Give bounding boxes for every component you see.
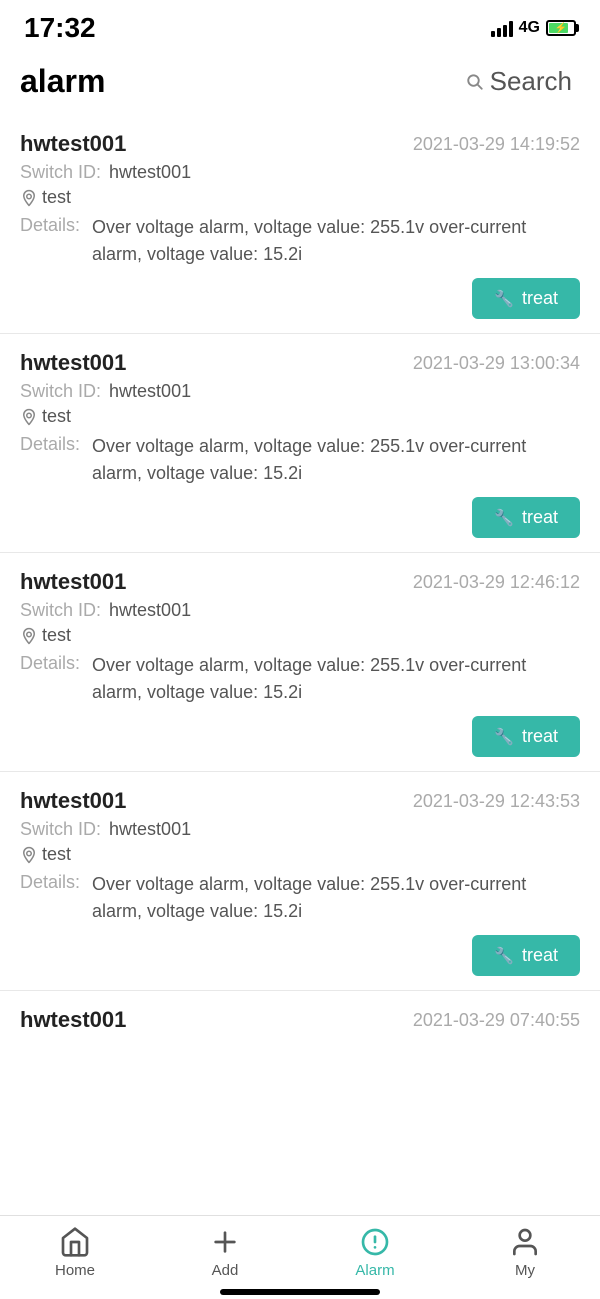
nav-label-alarm: Alarm xyxy=(355,1262,394,1279)
switch-label: Switch ID: xyxy=(20,162,101,183)
device-name: hwtest001 xyxy=(20,1007,126,1033)
alarm-row-details: Details: Over voltage alarm, voltage val… xyxy=(20,214,580,268)
treat-label: treat xyxy=(522,945,558,966)
device-name: hwtest001 xyxy=(20,569,126,595)
alarm-row-location: test xyxy=(20,187,580,208)
treat-button[interactable]: 🔧 treat xyxy=(472,935,580,976)
nav-item-my[interactable]: My xyxy=(450,1226,600,1279)
treat-button[interactable]: 🔧 treat xyxy=(472,278,580,319)
alarm-row-top: hwtest001 2021-03-29 12:46:12 xyxy=(20,569,580,595)
search-button[interactable]: Search xyxy=(458,62,580,101)
search-label: Search xyxy=(490,66,572,97)
switch-value: hwtest001 xyxy=(109,600,191,621)
alarm-row-switch: Switch ID: hwtest001 xyxy=(20,381,580,402)
details-text: Over voltage alarm, voltage value: 255.1… xyxy=(92,871,580,925)
signal-icon xyxy=(491,19,513,37)
search-icon xyxy=(466,73,484,91)
alarm-row-location: test xyxy=(20,625,580,646)
nav-item-home[interactable]: Home xyxy=(0,1226,150,1279)
add-icon xyxy=(209,1226,241,1258)
alarm-row-action: 🔧 treat xyxy=(20,935,580,976)
details-text: Over voltage alarm, voltage value: 255.1… xyxy=(92,652,580,706)
treat-icon: 🔧 xyxy=(494,289,514,309)
details-label: Details: xyxy=(20,214,84,236)
nav-item-alarm[interactable]: Alarm xyxy=(300,1226,450,1279)
treat-label: treat xyxy=(522,726,558,747)
home-indicator xyxy=(220,1289,380,1295)
alarm-row-action: 🔧 treat xyxy=(20,497,580,538)
treat-icon: 🔧 xyxy=(494,508,514,528)
alarm-row-details: Details: Over voltage alarm, voltage val… xyxy=(20,433,580,487)
alarm-row-switch: Switch ID: hwtest001 xyxy=(20,600,580,621)
alarm-row-details: Details: Over voltage alarm, voltage val… xyxy=(20,871,580,925)
details-label: Details: xyxy=(20,652,84,674)
alarm-row-switch: Switch ID: hwtest001 xyxy=(20,162,580,183)
device-name: hwtest001 xyxy=(20,350,126,376)
nav-label-add: Add xyxy=(212,1262,239,1279)
switch-value: hwtest001 xyxy=(109,381,191,402)
alarm-row-action: 🔧 treat xyxy=(20,278,580,319)
device-name: hwtest001 xyxy=(20,788,126,814)
switch-label: Switch ID: xyxy=(20,381,101,402)
device-name: hwtest001 xyxy=(20,131,126,157)
details-label: Details: xyxy=(20,871,84,893)
page-title: alarm xyxy=(20,63,105,100)
switch-value: hwtest001 xyxy=(109,162,191,183)
status-bar: 17:32 4G ⚡ xyxy=(0,0,600,52)
alarm-row-top: hwtest001 2021-03-29 07:40:55 xyxy=(20,1007,580,1033)
alarm-timestamp: 2021-03-29 12:43:53 xyxy=(413,791,580,812)
alarm-item: hwtest001 2021-03-29 12:43:53 Switch ID:… xyxy=(0,772,600,991)
treat-label: treat xyxy=(522,288,558,309)
status-time: 17:32 xyxy=(24,12,96,44)
switch-value: hwtest001 xyxy=(109,819,191,840)
switch-label: Switch ID: xyxy=(20,819,101,840)
details-text: Over voltage alarm, voltage value: 255.1… xyxy=(92,433,580,487)
alarm-row-top: hwtest001 2021-03-29 13:00:34 xyxy=(20,350,580,376)
alarm-item: hwtest001 2021-03-29 07:40:55 xyxy=(0,991,600,1044)
nav-item-add[interactable]: Add xyxy=(150,1226,300,1279)
alarm-row-action: 🔧 treat xyxy=(20,716,580,757)
alarm-row-location: test xyxy=(20,406,580,427)
treat-icon: 🔧 xyxy=(494,727,514,747)
alarm-row-switch: Switch ID: hwtest001 xyxy=(20,819,580,840)
alarm-timestamp: 2021-03-29 07:40:55 xyxy=(413,1010,580,1031)
alarm-row-details: Details: Over voltage alarm, voltage val… xyxy=(20,652,580,706)
details-text: Over voltage alarm, voltage value: 255.1… xyxy=(92,214,580,268)
alarm-row-top: hwtest001 2021-03-29 12:43:53 xyxy=(20,788,580,814)
bottom-nav: Home Add Alarm My xyxy=(0,1215,600,1283)
alarm-timestamp: 2021-03-29 12:46:12 xyxy=(413,572,580,593)
location-pin-icon xyxy=(20,846,38,864)
alarm-timestamp: 2021-03-29 13:00:34 xyxy=(413,353,580,374)
switch-label: Switch ID: xyxy=(20,600,101,621)
treat-icon: 🔧 xyxy=(494,946,514,966)
details-label: Details: xyxy=(20,433,84,455)
location-text: test xyxy=(42,625,71,646)
treat-button[interactable]: 🔧 treat xyxy=(472,497,580,538)
header: alarm Search xyxy=(0,52,600,115)
nav-label-my: My xyxy=(515,1262,535,1279)
location-pin-icon xyxy=(20,408,38,426)
status-icons: 4G ⚡ xyxy=(491,19,576,37)
treat-button[interactable]: 🔧 treat xyxy=(472,716,580,757)
alarm-row-top: hwtest001 2021-03-29 14:19:52 xyxy=(20,131,580,157)
my-icon xyxy=(509,1226,541,1258)
network-type: 4G xyxy=(519,19,540,37)
battery-icon: ⚡ xyxy=(546,20,576,36)
location-pin-icon xyxy=(20,627,38,645)
location-pin-icon xyxy=(20,189,38,207)
alarm-icon xyxy=(359,1226,391,1258)
treat-label: treat xyxy=(522,507,558,528)
alarm-timestamp: 2021-03-29 14:19:52 xyxy=(413,134,580,155)
location-text: test xyxy=(42,187,71,208)
home-icon xyxy=(59,1226,91,1258)
location-text: test xyxy=(42,844,71,865)
alarm-row-location: test xyxy=(20,844,580,865)
nav-label-home: Home xyxy=(55,1262,95,1279)
alarm-item: hwtest001 2021-03-29 12:46:12 Switch ID:… xyxy=(0,553,600,772)
location-text: test xyxy=(42,406,71,427)
alarm-item: hwtest001 2021-03-29 14:19:52 Switch ID:… xyxy=(0,115,600,334)
alarm-item: hwtest001 2021-03-29 13:00:34 Switch ID:… xyxy=(0,334,600,553)
alarm-list: hwtest001 2021-03-29 14:19:52 Switch ID:… xyxy=(0,115,600,1215)
